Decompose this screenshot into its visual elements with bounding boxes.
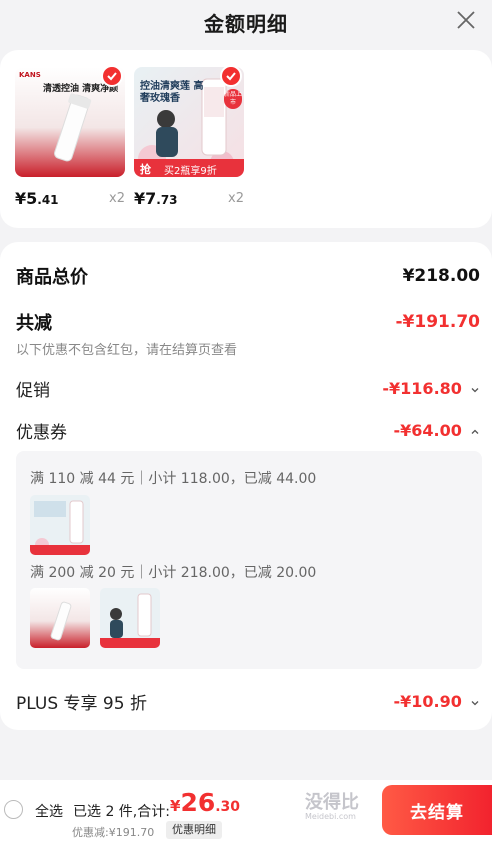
saved-amount: 优惠减:¥191.70 <box>72 826 155 839</box>
reduce-value: -¥191.70 <box>395 312 481 332</box>
chevron-down-icon[interactable] <box>470 385 480 395</box>
promo-row[interactable]: 促销 -¥116.80 <box>16 376 480 401</box>
discount-note: 以下优惠不包含红包，请在结算页查看 <box>16 343 238 358</box>
coupon-product-thumb <box>30 588 90 648</box>
promo-value-wrap: -¥116.80 <box>382 379 480 398</box>
discount-detail-button[interactable]: 优惠明细 <box>166 821 222 839</box>
grand-total: ¥26.30 <box>170 788 241 817</box>
plus-label: PLUS 专享 95 折 <box>16 694 147 714</box>
reduce-label: 共减 <box>16 313 52 334</box>
checked-icon[interactable] <box>220 65 242 87</box>
product-qty: x2 <box>228 191 244 206</box>
bottom-bar: 全选 已选 2 件,合计: ¥26.30 优惠减:¥191.70 优惠明细 去结… <box>0 780 492 841</box>
product-item[interactable]: KANS 清透控油 清爽净颜 ¥5.41 x2 <box>15 65 125 208</box>
coupon-product-thumb <box>100 588 160 648</box>
chevron-down-icon[interactable] <box>470 698 480 708</box>
close-icon[interactable] <box>454 8 478 32</box>
promo-label: 买2瓶享9折 <box>164 166 217 177</box>
coupon-row[interactable]: 优惠券 -¥64.00 <box>16 418 480 443</box>
product-banner: 控油清爽莲 高奢玫瑰香 <box>140 81 204 104</box>
header: 金额明细 <box>0 0 492 44</box>
product-item[interactable]: 控油清爽莲 高奢玫瑰香 新品上市 抢 买2瓶享9折 ¥7.73 x2 <box>134 65 244 208</box>
product-price: ¥5.41 <box>15 189 59 208</box>
plus-value: -¥10.90 <box>393 692 462 711</box>
selected-count: 已选 2 件,合计: <box>73 804 170 820</box>
coupon-label: 优惠券 <box>16 423 67 443</box>
chevron-up-icon[interactable] <box>470 427 480 437</box>
grab-label: 抢 <box>140 163 151 176</box>
total-value: ¥218.00 <box>402 266 480 286</box>
product-qty: x2 <box>109 191 125 206</box>
watermark: 没得比 Meidebi.com <box>305 792 359 821</box>
coupon-product-thumb <box>30 495 90 555</box>
checked-icon[interactable] <box>101 65 123 87</box>
select-all-label[interactable]: 全选 <box>35 801 63 821</box>
brand-logo: KANS <box>19 71 41 79</box>
checkout-button[interactable]: 去结算 <box>382 785 492 835</box>
product-price: ¥7.73 <box>134 189 178 208</box>
page-title: 金额明细 <box>204 11 288 36</box>
new-tag: 新品上市 <box>224 89 242 109</box>
plus-row[interactable]: PLUS 专享 95 折 -¥10.90 <box>16 689 480 714</box>
coupon-value: -¥64.00 <box>393 421 462 440</box>
total-row: 商品总价 ¥218.00 <box>16 263 480 289</box>
promo-value: -¥116.80 <box>382 379 462 398</box>
coupon-detail-box: 满 110 减 44 元｜小计 118.00，已减 44.00 满 200 减 … <box>16 451 482 669</box>
coupon-line: 满 200 减 20 元｜小计 218.00，已减 20.00 <box>30 565 317 581</box>
reduce-row: 共减 -¥191.70 <box>16 309 480 335</box>
promo-label: 促销 <box>16 381 50 401</box>
coupon-value-wrap: -¥64.00 <box>394 421 480 440</box>
total-label: 商品总价 <box>16 267 88 288</box>
product-card: KANS 清透控油 清爽净颜 ¥5.41 x2 控油清爽莲 高奢玫瑰香 新品上市… <box>0 50 492 228</box>
select-all-radio[interactable] <box>4 800 23 819</box>
plus-value-wrap: -¥10.90 <box>394 692 480 711</box>
coupon-line: 满 110 减 44 元｜小计 118.00，已减 44.00 <box>30 471 317 487</box>
